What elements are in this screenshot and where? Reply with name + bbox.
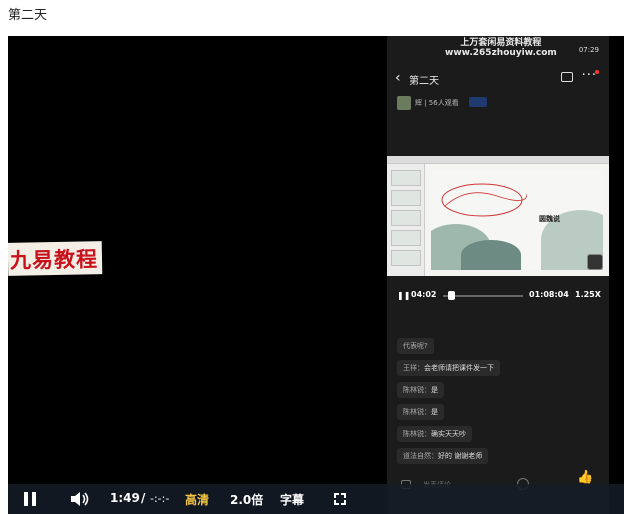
phone-playback-controls: ❚❚ 04:02 01:08:04 1.25X <box>387 288 609 304</box>
site-watermark-line2: www.265zhouyiw.com <box>445 48 557 58</box>
player-control-bar: 1:49 / -:-:- 高清 2.0倍 字幕 <box>8 484 624 514</box>
slide-toolbar <box>387 156 609 164</box>
slide-title: 圆魏说 <box>539 215 560 223</box>
fullscreen-icon[interactable] <box>334 493 346 505</box>
phone-progress-knob <box>447 291 455 300</box>
watermark-label: 九易教程 <box>8 241 103 276</box>
slide-thumbnails <box>387 164 425 276</box>
comment-item: 陈林锐：是 <box>397 382 444 398</box>
comment-item: 道法自然：好的 谢谢老师 <box>397 448 489 464</box>
quality-button[interactable]: 高清 <box>185 491 209 508</box>
phone-pause-icon: ❚❚ <box>397 291 411 300</box>
subtitle-button[interactable]: 字幕 <box>280 491 304 508</box>
status-time: 07:29 <box>578 46 599 54</box>
phone-status-bar: 上万套闲易资料教程 www.265zhouyiw.com 07:29 <box>387 36 609 64</box>
annotation-scribble <box>441 183 527 217</box>
follow-badge <box>469 97 487 107</box>
phone-current-time: 04:02 <box>411 290 437 299</box>
phone-header: ‹ 第二天 ··· <box>387 68 609 90</box>
notification-dot <box>595 70 599 74</box>
slide-thumb <box>391 190 421 206</box>
picture-in-picture-icon <box>587 254 603 270</box>
avatar <box>397 96 411 110</box>
phone-speed: 1.25X <box>575 290 601 299</box>
phone-title: 第二天 <box>409 76 439 87</box>
mountain-shape <box>461 240 521 270</box>
back-icon: ‹ <box>395 70 401 86</box>
phone-progress-track <box>443 295 523 297</box>
duration: -:-:- <box>150 492 170 505</box>
slide-thumb <box>391 170 421 186</box>
cast-icon <box>561 72 573 82</box>
comment-item: 陈林锐：是 <box>397 404 444 420</box>
site-watermark: 上万套闲易资料教程 www.265zhouyiw.com <box>445 38 557 58</box>
volume-icon[interactable] <box>70 491 90 507</box>
speed-button[interactable]: 2.0倍 <box>230 491 263 508</box>
slide-canvas: 圆魏说 <box>431 170 603 270</box>
phone-screen-recording: 上万套闲易资料教程 www.265zhouyiw.com 07:29 ‹ 第二天… <box>387 36 609 514</box>
thumbs-up-icon: 👍 <box>577 470 594 485</box>
page-title: 第二天 <box>8 8 48 23</box>
comment-item: 陈林锐：确实天天吵 <box>397 426 472 442</box>
video-player[interactable]: 九易教程 上万套闲易资料教程 www.265zhouyiw.com 07:29 … <box>8 36 624 514</box>
pause-button[interactable] <box>24 492 38 506</box>
site-watermark-line1: 上万套闲易资料教程 <box>460 38 542 48</box>
time-separator: / <box>141 491 146 505</box>
slide-preview: 圆魏说 <box>387 156 609 276</box>
comment-item: 王祥：会老师请把课件发一下 <box>397 360 500 376</box>
slide-thumb <box>391 210 421 226</box>
host-text: 辉 | 56人观看 <box>415 99 459 107</box>
phone-total-time: 01:08:04 <box>529 290 569 299</box>
current-time: 1:49 <box>110 491 140 505</box>
comment-item: 代表呢? <box>397 338 434 354</box>
slide-thumb <box>391 250 421 266</box>
slide-thumb <box>391 230 421 246</box>
